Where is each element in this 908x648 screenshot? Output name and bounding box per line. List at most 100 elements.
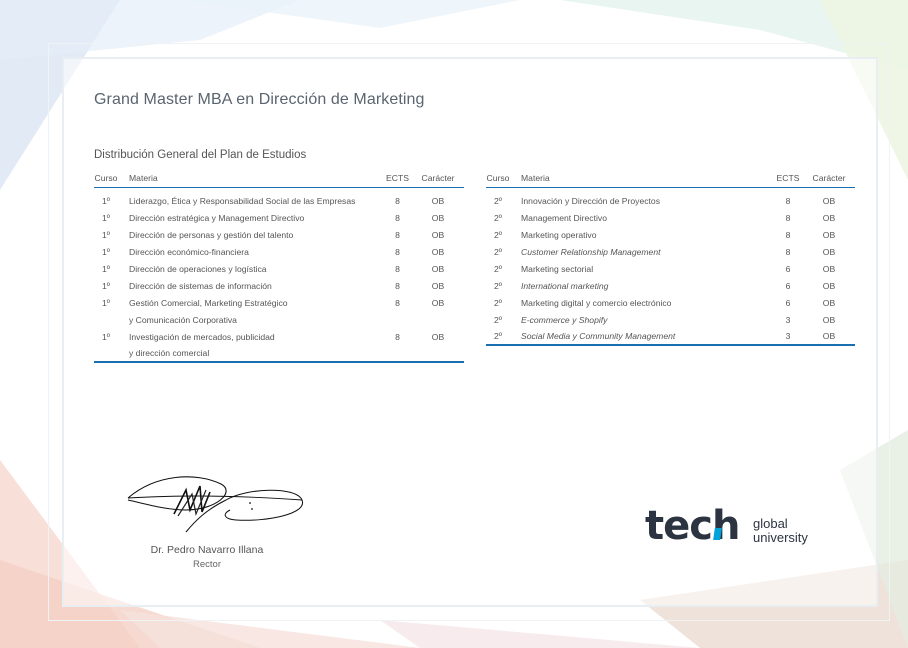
cell-caracter: OB [822,246,836,257]
cell-materia: Marketing operativo [521,229,597,240]
cell-caracter: OB [822,212,836,223]
cell-materia: Liderazgo, Ética y Responsabilidad Socia… [129,195,356,206]
cell-ects: 8 [785,229,791,240]
cell-caracter: OB [431,331,445,342]
rector-name: Dr. Pedro Navarro Illana [150,544,264,556]
cell-curso: 1º [102,195,110,206]
cell-caracter: OB [431,297,445,308]
header-caracter: Carácter [412,170,464,188]
cell-materia: Dirección estratégica y Management Direc… [129,212,305,223]
header-ects: ECTS [383,170,412,188]
table-row: 1º Liderazgo, Ética y Responsabilidad Soc… [94,187,464,209]
cell-curso: 2º [494,314,502,325]
rector-signature [127,476,303,533]
cell-caracter: OB [431,229,445,240]
cell-curso [94,345,118,363]
header-ects: ECTS [773,170,803,188]
cell-caracter: OB [822,229,836,240]
header-materia: Materia [118,170,383,188]
cell-curso [94,311,118,328]
cell-curso: 2º [494,280,502,291]
cell-curso: 1º [102,246,110,257]
table-row: 2º Marketing operativo 8 OB [486,226,855,243]
cell-ects: 3 [773,328,803,346]
cell-curso: 2º [486,328,510,346]
cell-ects: 8 [395,280,400,291]
cell-curso: 2º [494,297,502,308]
cell-ects: 8 [395,212,400,223]
header-curso: Curso [486,170,510,188]
cell-materia: Investigación de mercados, publicidad [129,331,275,342]
table-row: 1º Dirección de sistemas de información 8 O… [94,277,464,294]
study-plan-table-left: Curso Materia ECTS Carácter 1º Liderazgo,… [94,170,464,363]
cell-ects [383,345,412,363]
cell-caracter: OB [822,195,836,206]
table-row: y Comunicación Corporativa [94,311,464,328]
cell-caracter: OB [822,314,836,325]
cell-ects: 8 [395,331,400,342]
cell-caracter: OB [431,195,445,206]
cell-caracter: OB [431,280,445,291]
cell-ects: 8 [785,212,791,223]
cell-curso: 1º [102,229,110,240]
table-row: 2º Social Media y Community Management 3 OB [486,328,855,346]
table-row: 2º Management Directivo 8 OB [486,209,855,226]
cell-ects: 6 [785,297,791,308]
cell-curso: 1º [102,331,110,342]
cell-caracter: OB [431,263,445,274]
cell-ects: 8 [785,246,791,257]
header-materia: Materia [510,170,773,188]
header-caracter: Carácter [803,170,855,188]
table-row: 2º E-commerce y Shopify 3 OB [486,311,855,328]
table-header-row: Curso Materia ECTS Carácter [486,170,855,188]
cell-ects: 6 [785,263,791,274]
cell-curso: 2º [494,229,502,240]
cell-caracter: OB [803,328,855,346]
cell-materia: Innovación y Dirección de Proyectos [521,195,661,206]
table-row: y dirección comercial [94,345,464,363]
cell-ects: 8 [785,195,791,206]
logo-line-global: global [753,516,788,531]
cell-caracter: OB [822,297,836,308]
logo-wordmark: tech [645,503,740,549]
cell-ects: 8 [395,195,400,206]
cell-materia: E-commerce y Shopify [521,314,608,325]
table-row: 2º Marketing sectorial 6 OB [486,260,855,277]
cell-curso: 1º [102,280,110,291]
table-row: 2º Innovación y Dirección de Proyectos 8 OB [486,187,855,209]
cell-materia: Management Directivo [521,212,607,223]
cell-ects: 3 [785,314,791,325]
cell-materia: International marketing [521,280,609,291]
cell-materia: y Comunicación Corporativa [129,314,237,325]
table-row: 1º Dirección estratégica y Management Dir… [94,209,464,226]
cell-ects [383,311,412,328]
cell-ects: 8 [395,229,400,240]
tech-university-logo: tech global university [645,504,835,552]
cell-materia: Marketing sectorial [521,263,594,274]
table-row: 1º Dirección económico-financiera 8 OB [94,243,464,260]
document-title: Grand Master MBA en Dirección de Marketi… [94,91,425,108]
table-row: 1º Dirección de operaciones y logística 8 O… [94,260,464,277]
table-row: 1º Dirección de personas y gestión del ta… [94,226,464,243]
cell-materia: y dirección comercial [118,345,383,363]
cell-materia: Customer Relationship Management [521,246,661,257]
cell-materia: Marketing digital y comercio electrónico [521,297,672,308]
cell-materia: Dirección económico-financiera [129,246,249,257]
cell-caracter [412,345,464,363]
table-row: 2º Customer Relationship Management 8 OB [486,243,855,260]
cell-curso: 2º [494,246,502,257]
table-header-row: Curso Materia ECTS Carácter [94,170,464,188]
table-row: 2º Marketing digital y comercio electróni… [486,294,855,311]
cell-caracter: OB [822,280,836,291]
cell-materia: Gestión Comercial, Marketing Estratégico [129,297,288,308]
cell-caracter [412,311,464,328]
cell-materia: Dirección de operaciones y logística [129,263,267,274]
cell-caracter: OB [822,263,836,274]
table-row: 1º Investigación de mercados, publicidad 8… [94,328,464,345]
cell-curso: 1º [102,212,110,223]
cell-ects: 6 [785,280,791,291]
cell-curso: 2º [494,263,502,274]
header-curso: Curso [94,170,118,188]
cell-ects: 8 [395,297,400,308]
cell-materia: Dirección de sistemas de información [129,280,272,291]
